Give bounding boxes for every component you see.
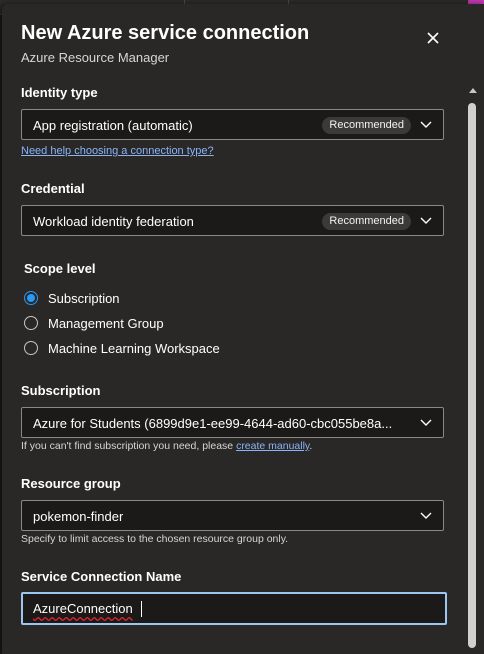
credential-value: Workload identity federation bbox=[33, 214, 194, 229]
service-connection-name-input[interactable]: AzureConnection bbox=[21, 592, 447, 625]
radio-label: Management Group bbox=[48, 315, 164, 331]
dialog-title: New Azure service connection bbox=[21, 22, 310, 44]
close-icon[interactable] bbox=[421, 26, 445, 50]
credential-dropdown[interactable]: Workload identity federation Recommended bbox=[21, 205, 444, 236]
subscription-label: Subscription bbox=[21, 383, 101, 398]
resource-group-label: Resource group bbox=[21, 476, 121, 491]
chevron-down-icon bbox=[420, 419, 432, 426]
subscription-help-text: If you can't find subscription you need,… bbox=[21, 440, 312, 452]
chevron-down-icon bbox=[420, 217, 432, 224]
radio-subscription[interactable]: Subscription bbox=[24, 289, 120, 307]
recommended-badge: Recommended bbox=[322, 213, 411, 230]
chevron-down-icon bbox=[420, 121, 432, 128]
connection-type-help-link[interactable]: Need help choosing a connection type? bbox=[21, 145, 214, 157]
identity-type-value: App registration (automatic) bbox=[33, 118, 193, 133]
radio-unchecked-icon[interactable] bbox=[24, 316, 38, 330]
service-connection-name-value[interactable]: AzureConnection bbox=[33, 601, 133, 616]
radio-label: Subscription bbox=[48, 290, 120, 306]
service-connection-name-label: Service Connection Name bbox=[21, 569, 182, 584]
subscription-value: Azure for Students (6899d9e1-ee99-4644-a… bbox=[33, 416, 393, 431]
scope-level-label: Scope level bbox=[24, 261, 96, 276]
identity-type-dropdown[interactable]: App registration (automatic) Recommended bbox=[21, 109, 444, 140]
subscription-help-prefix: If you can't find subscription you need,… bbox=[21, 440, 234, 452]
subscription-help-suffix: . bbox=[309, 440, 313, 452]
create-manually-link[interactable]: create manually bbox=[236, 440, 309, 452]
radio-machine-learning-workspace[interactable]: Machine Learning Workspace bbox=[24, 339, 220, 357]
subscription-dropdown[interactable]: Azure for Students (6899d9e1-ee99-4644-a… bbox=[21, 407, 444, 438]
radio-management-group[interactable]: Management Group bbox=[24, 314, 164, 332]
radio-label: Machine Learning Workspace bbox=[48, 340, 220, 356]
credential-label: Credential bbox=[21, 181, 85, 196]
chevron-down-icon bbox=[420, 512, 432, 519]
radio-unchecked-icon[interactable] bbox=[24, 341, 38, 355]
scroll-up-arrow-icon[interactable] bbox=[469, 88, 477, 93]
resource-group-value: pokemon-finder bbox=[33, 509, 124, 524]
identity-type-label: Identity type bbox=[21, 85, 98, 100]
scrollbar-thumb[interactable] bbox=[468, 103, 476, 648]
radio-checked-icon[interactable] bbox=[24, 291, 38, 305]
recommended-badge: Recommended bbox=[322, 117, 411, 134]
resource-group-dropdown[interactable]: pokemon-finder bbox=[21, 500, 444, 531]
dialog-subtitle: Azure Resource Manager bbox=[21, 50, 170, 65]
resource-group-help-text: Specify to limit access to the chosen re… bbox=[21, 533, 289, 545]
text-caret bbox=[141, 601, 142, 617]
